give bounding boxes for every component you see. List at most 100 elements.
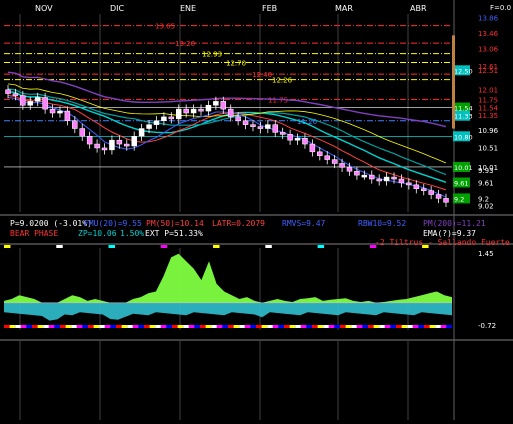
signal-strip	[347, 245, 354, 248]
oscillator-color-strip	[317, 325, 324, 328]
oscillator-color-strip	[127, 325, 133, 328]
month-label: ABR	[410, 4, 427, 13]
oscillator-color-strip	[15, 325, 21, 328]
oscillator-color-strip	[289, 325, 296, 328]
signal-strip	[116, 245, 123, 248]
signal-strip	[4, 245, 11, 248]
signal-strip	[175, 245, 183, 248]
oscillator-color-strip	[20, 325, 27, 328]
signal-strip	[11, 245, 18, 248]
oscillator-color-strip	[261, 325, 268, 328]
pm200-readout: PM(200)=11.21	[423, 219, 486, 228]
y-axis-tick: 9.93	[478, 167, 494, 175]
oscillator-color-strip	[48, 325, 55, 328]
oscillator-color-strip	[396, 325, 402, 328]
candle-body	[391, 176, 397, 180]
y-axis-tick: 13.46	[478, 30, 499, 38]
candle-body	[146, 124, 152, 129]
oscillator-color-strip	[440, 325, 447, 328]
oscillator-color-strip	[300, 325, 307, 328]
fmu20-readout: FMU(20)=9.55	[84, 219, 142, 228]
signal-strip	[235, 245, 242, 248]
zp-readout: ZP=10.06	[78, 229, 117, 238]
signal-strip	[101, 245, 108, 248]
oscillator-color-strip	[244, 325, 251, 328]
signal-strip	[56, 245, 63, 248]
oscillator-color-strip	[250, 325, 256, 328]
oscillator-color-strip	[284, 325, 290, 328]
month-label: DIC	[110, 4, 125, 13]
candle-body	[420, 188, 427, 191]
candle-body	[138, 128, 145, 137]
oscillator-color-strip	[54, 325, 60, 328]
y-axis-tick: 12.01	[478, 86, 498, 94]
oscillator-color-strip	[172, 325, 178, 328]
signal-strip	[41, 245, 48, 248]
oscillator-color-strip	[328, 325, 335, 328]
pm50-readout: PM(50)=10.14	[146, 219, 204, 228]
ema-readout: EMA(?)=9.37	[423, 229, 476, 238]
signal-strip	[205, 245, 213, 248]
y-axis-tick: 9.61	[478, 179, 494, 187]
candle-body	[346, 167, 353, 172]
signal-strip	[190, 245, 198, 248]
signal-strip	[302, 245, 310, 248]
price-tag-label: 10.01	[454, 164, 473, 172]
signal-strip	[153, 245, 160, 248]
oscillator-color-strip	[233, 325, 240, 328]
oscillator-color-strip	[200, 325, 206, 328]
signal-strip	[48, 245, 56, 248]
signal-strip	[168, 245, 175, 248]
oscillator-color-strip	[418, 325, 424, 328]
rmvs-readout: RMVS=9.47	[282, 219, 326, 228]
signal-strip	[93, 245, 101, 248]
oscillator-color-strip	[99, 325, 105, 328]
signal-strip	[213, 245, 220, 248]
level-label: 12.93	[202, 51, 222, 59]
candle-body	[398, 178, 405, 184]
y-axis-tick: 13.86	[478, 14, 499, 22]
candle-body	[354, 170, 360, 176]
price-tag-label: 9.61	[454, 179, 468, 187]
oscillator-color-strip	[93, 325, 100, 328]
ext-readout: EXT P=51.33%	[145, 229, 203, 238]
oscillator-color-strip	[160, 325, 167, 328]
candle-body	[435, 194, 442, 199]
signal-strip	[108, 245, 115, 248]
oscillator-color-strip	[384, 325, 391, 328]
candle-body	[101, 147, 108, 151]
candle-body	[227, 108, 234, 118]
oscillator-color-strip	[379, 325, 385, 328]
chart-canvas[interactable]: NOV DIC ENE FEB MAR ABR 13.65 13.20 12.93 12.70 12…	[0, 0, 513, 420]
zp-percent-readout: 1.50%	[120, 229, 145, 238]
oscillator-color-strip	[205, 325, 212, 328]
candle-body	[369, 174, 375, 180]
candle-body	[413, 184, 420, 189]
candle-body	[153, 120, 160, 125]
latr-readout: LATR=0.2079	[212, 219, 265, 228]
signal-strip	[242, 245, 250, 248]
month-label: MAR	[335, 4, 353, 13]
oscillator-color-strip	[239, 325, 245, 328]
oscillator-color-strip	[32, 325, 38, 328]
oscillator-color-strip	[323, 325, 329, 328]
oscillator-color-strip	[71, 325, 77, 328]
oscillator-color-strip	[132, 325, 139, 328]
oscillator-color-strip	[116, 325, 122, 328]
candle-body	[57, 110, 63, 114]
oscillator-color-strip	[149, 325, 156, 328]
y-axis-tick: 10.51	[478, 145, 498, 153]
candle-body	[324, 155, 330, 160]
oscillator-color-strip	[390, 325, 396, 328]
candle-body	[116, 139, 123, 145]
month-label: ENE	[180, 4, 196, 13]
oscillator-color-strip	[312, 325, 318, 328]
signal-strip	[198, 245, 205, 248]
oscillator-color-strip	[138, 325, 144, 328]
oscillator-color-strip	[121, 325, 128, 328]
y-axis-tick: 13.06	[478, 46, 499, 54]
oscillator-color-strip	[228, 325, 234, 328]
signal-strip	[123, 245, 130, 248]
candle-body	[331, 159, 338, 164]
oscillator-color-strip	[424, 325, 430, 328]
